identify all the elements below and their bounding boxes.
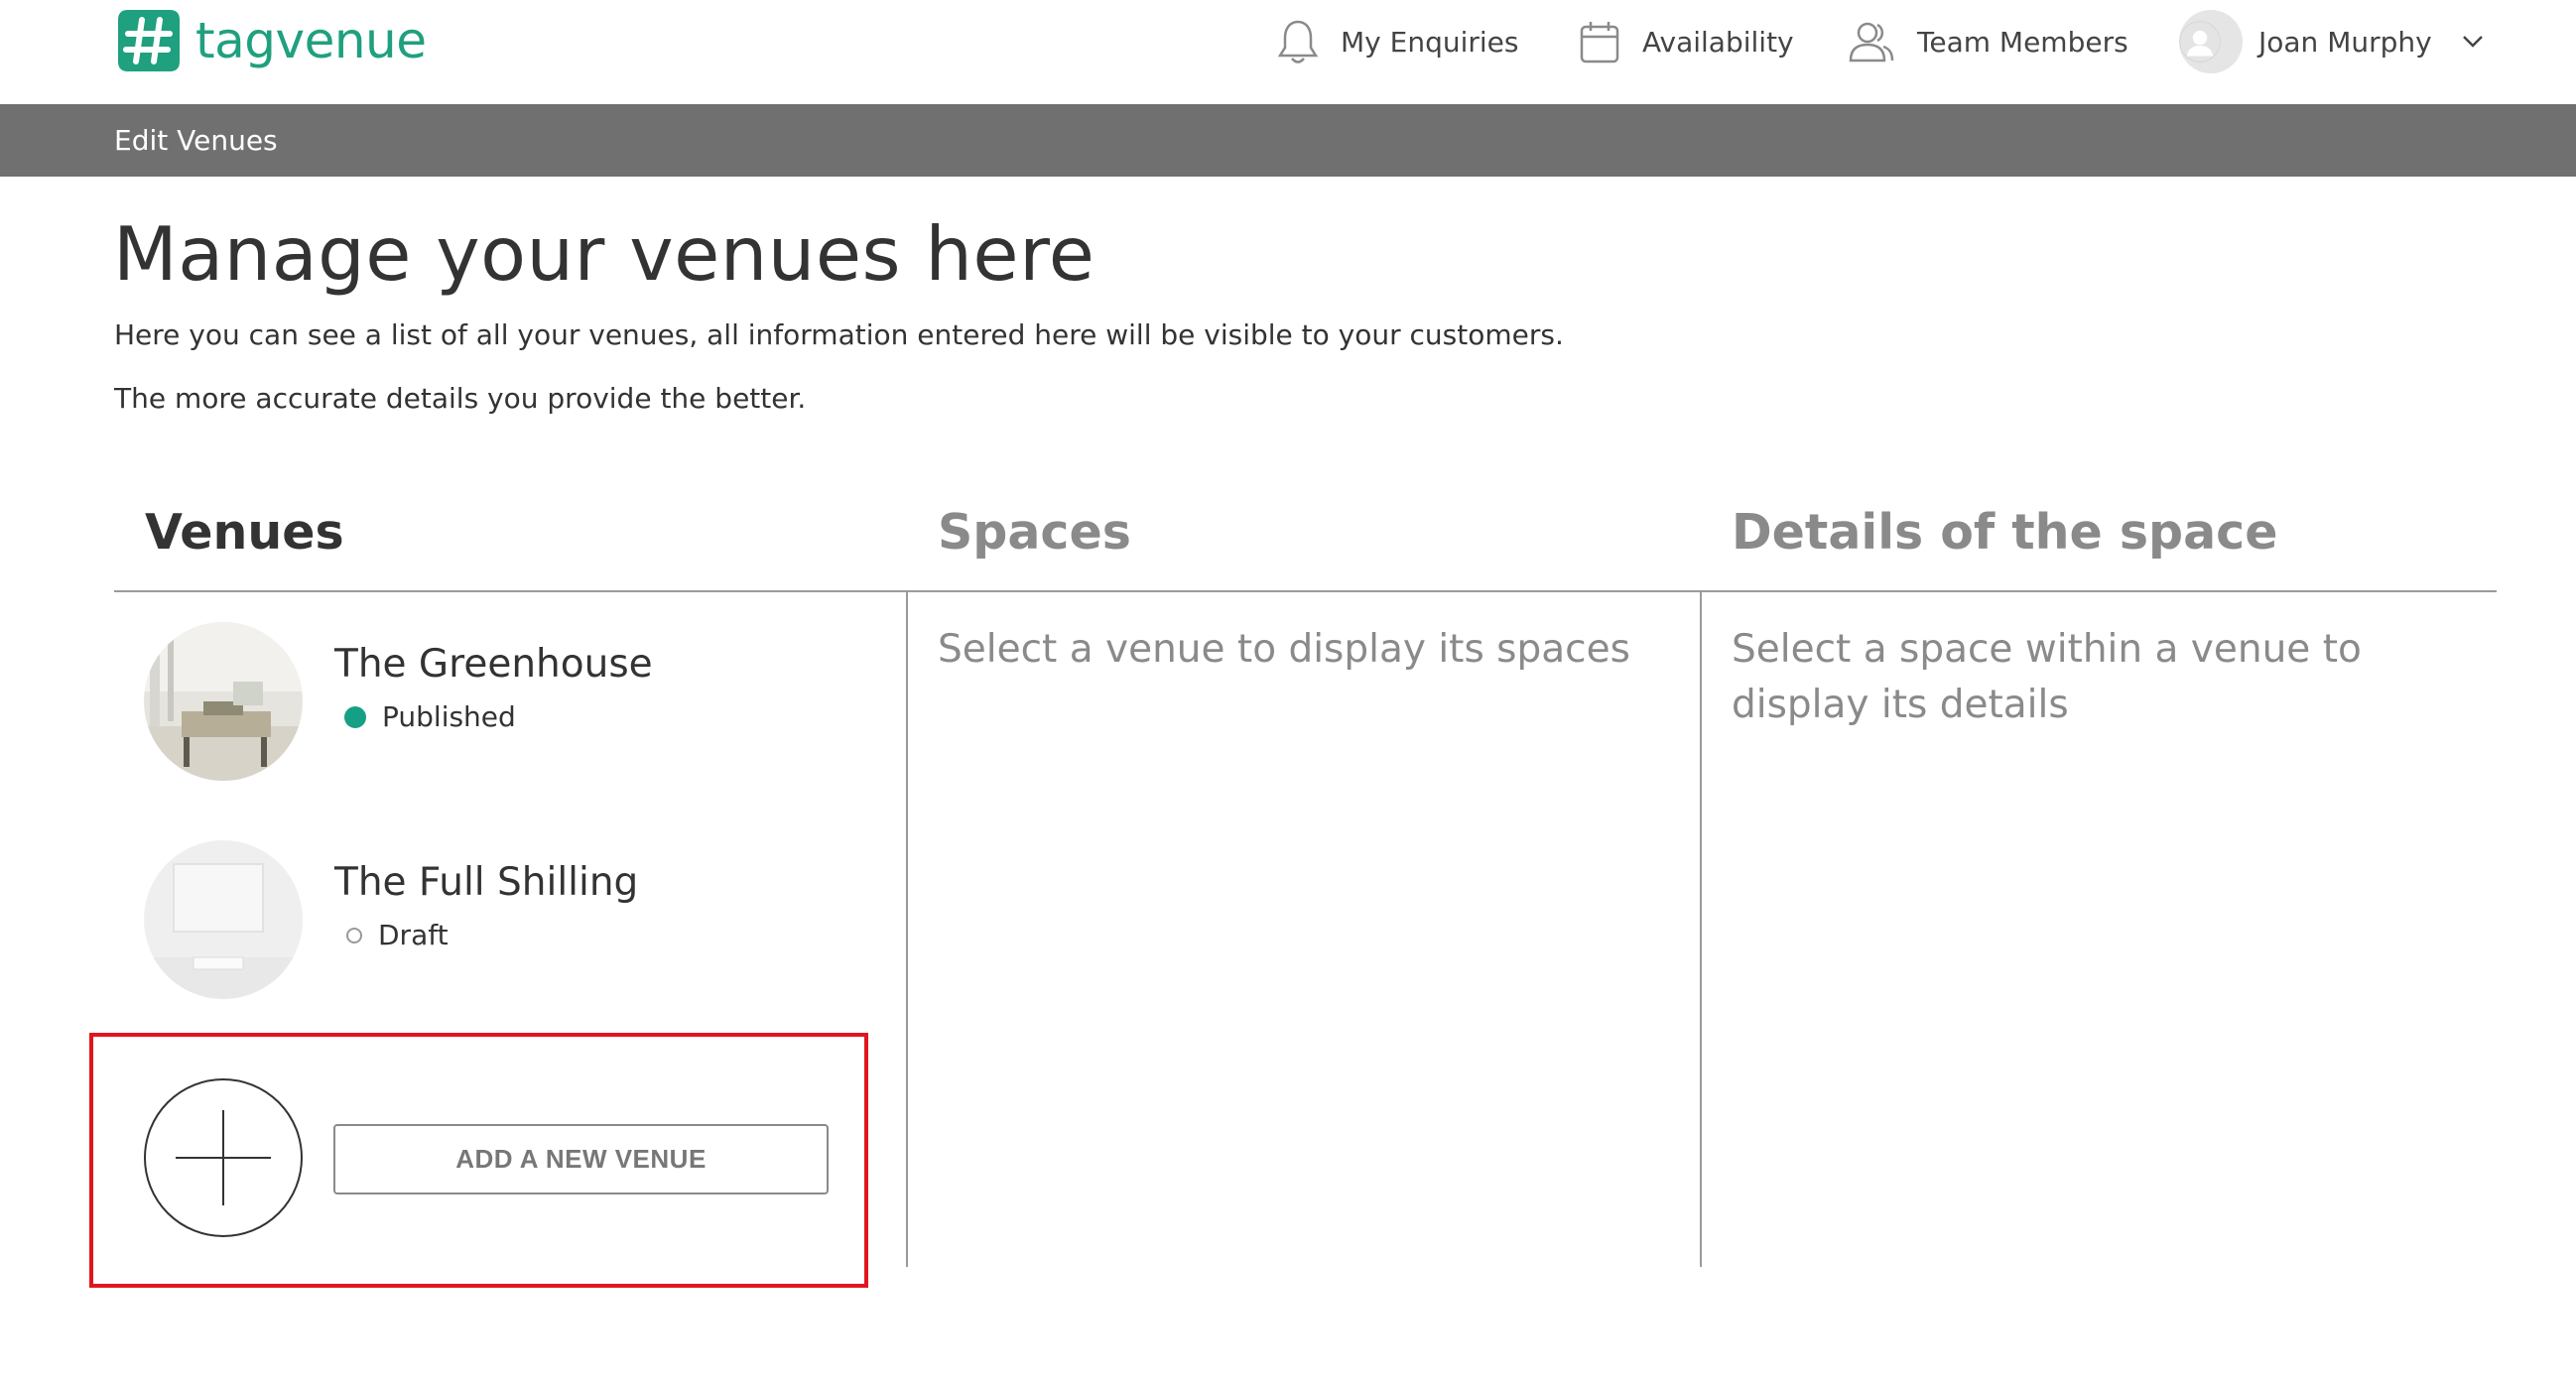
edit-venues-link[interactable]: Edit Venues — [114, 124, 278, 157]
venue-name: The Greenhouse — [334, 642, 653, 687]
draft-dot-icon — [346, 927, 362, 943]
logo-mark-icon — [118, 10, 180, 71]
venue-thumbnail — [144, 840, 303, 999]
nav-availability[interactable]: Availability — [1579, 14, 1794, 69]
page-title: Manage your venues here — [113, 210, 1095, 298]
published-dot-icon — [344, 705, 366, 728]
calendar-icon — [1580, 22, 1619, 63]
venue-item[interactable]: The Full Shilling Draft — [144, 840, 638, 999]
bell-icon — [1277, 20, 1319, 63]
spaces-column-header: Spaces — [938, 504, 1131, 561]
tagvenue-logo[interactable]: tagvenue — [114, 6, 427, 75]
chevron-down-icon[interactable] — [2462, 35, 2484, 49]
plus-icon — [176, 1110, 271, 1205]
sub-navigation-bar: Edit Venues — [0, 104, 2576, 177]
status-label: Draft — [378, 919, 449, 951]
column-divider-vertical — [1700, 592, 1702, 1267]
full-shilling-photo — [144, 840, 303, 999]
details-placeholder-text: Select a space within a venue to display… — [1732, 627, 2362, 727]
status-badge: Draft — [334, 919, 638, 951]
status-badge: Published — [334, 700, 653, 733]
user-avatar-icon — [2179, 21, 2221, 63]
team-icon — [1849, 22, 1894, 63]
brand-name: tagvenue — [195, 12, 427, 69]
page-description: Here you can see a list of all your venu… — [114, 318, 1564, 351]
nav-my-enquiries[interactable]: My Enquiries — [1277, 14, 1518, 69]
user-menu[interactable]: Joan Murphy — [2179, 8, 2484, 75]
avatar — [2179, 10, 2243, 73]
venues-column-header: Venues — [145, 504, 344, 561]
details-column-header: Details of the space — [1732, 504, 2278, 561]
nav-availability-label: Availability — [1642, 25, 1794, 59]
greenhouse-photo — [144, 622, 303, 781]
venue-name: The Full Shilling — [334, 860, 639, 905]
venue-thumbnail — [144, 622, 303, 781]
column-divider-horizontal — [114, 590, 2497, 592]
venue-item[interactable]: The Greenhouse Published — [144, 622, 653, 781]
nav-team-members[interactable]: Team Members — [1848, 14, 2128, 69]
page-description-secondary: The more accurate details you provide th… — [114, 382, 807, 415]
user-name: Joan Murphy — [2258, 25, 2432, 59]
add-venue-plus-button[interactable] — [144, 1078, 303, 1237]
spaces-placeholder-text: Select a venue to display its spaces — [938, 627, 1630, 672]
status-label: Published — [382, 700, 516, 733]
top-navigation-bar: tagvenue My Enquiries Availability Team … — [0, 0, 2576, 104]
add-new-venue-button[interactable]: ADD A NEW VENUE — [333, 1124, 829, 1194]
nav-my-enquiries-label: My Enquiries — [1341, 25, 1519, 59]
column-divider-vertical — [906, 592, 908, 1267]
nav-team-members-label: Team Members — [1917, 25, 2128, 59]
